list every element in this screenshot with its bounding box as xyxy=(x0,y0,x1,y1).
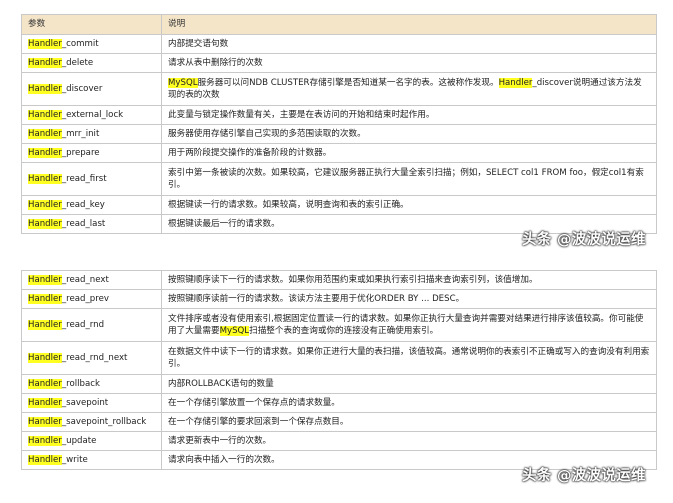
param-name-cell: Handler_savepoint xyxy=(21,393,162,413)
param-suffix: _prepare xyxy=(61,147,100,158)
handler-table-2: Handler_read_next 按照键顺序读下一行的请求数。如果你用范围约束或… xyxy=(21,270,657,470)
highlighted-prefix: Handler xyxy=(28,147,62,158)
highlighted-prefix: Handler xyxy=(28,378,62,389)
table-row: Handler_prepare 用于两阶段提交操作的准备阶段的计数器。 xyxy=(21,143,657,163)
description-cell: 请求从表中删除行的次数 xyxy=(161,53,657,73)
param-name-cell: Handler_read_last xyxy=(21,214,162,234)
highlighted-prefix: Handler xyxy=(28,435,62,446)
param-suffix: _rollback xyxy=(61,378,100,389)
highlighted-prefix: Handler xyxy=(28,416,62,427)
table-row: Handler_external_lock 此变量与锁定操作数量有关，主要是在表访… xyxy=(21,105,657,125)
description-cell: 请求更新表中一行的次数。 xyxy=(161,431,657,451)
highlighted-prefix: Handler xyxy=(28,83,62,94)
highlighted-prefix: Handler xyxy=(28,397,62,408)
watermark-top: 头条 @波波说运维 xyxy=(522,232,646,248)
description-cell: 用于两阶段提交操作的准备阶段的计数器。 xyxy=(161,143,657,163)
table-header-row: 参数 说明 xyxy=(21,14,657,35)
description-cell: 文件排序或者没有使用索引,根据固定位置读一行的请求数。如果你正执行大量查询并需要… xyxy=(161,308,657,342)
description-cell: 在一个存储引擎的要求回滚到一个保存点数目。 xyxy=(161,412,657,432)
param-column-header: 参数 xyxy=(21,14,162,35)
description-cell: 服务器使用存储引擎自己实现的多范围读取的次数。 xyxy=(161,124,657,144)
description-cell: 在一个存储引擎放置一个保存点的请求数量。 xyxy=(161,393,657,413)
description-cell: 内部ROLLBACK语句的数量 xyxy=(161,374,657,394)
param-suffix: _savepoint_rollback xyxy=(61,416,147,427)
description-cell: 按照键顺序读前一行的请求数。该读方法主要用于优化ORDER BY ... DES… xyxy=(161,289,657,309)
table-row: Handler_read_first 索引中第一条被读的次数。如果较高，它建议服务… xyxy=(21,162,657,196)
highlighted-prefix: Handler xyxy=(28,38,62,49)
handler-table-1: 参数 说明 Handler_commit 内部提交语句数 Handler_delet… xyxy=(21,14,657,234)
param-suffix: _read_rnd xyxy=(61,319,105,330)
highlighted-prefix: Handler xyxy=(28,274,62,285)
param-suffix: _update xyxy=(61,435,97,446)
highlighted-prefix: Handler xyxy=(28,352,62,363)
highlighted-prefix: Handler xyxy=(28,199,62,210)
param-name-cell: Handler_delete xyxy=(21,53,162,73)
table-row: Handler_discover MySQL服务器可以问NDB CLUSTER存储… xyxy=(21,72,657,106)
description-cell: 索引中第一条被读的次数。如果较高，它建议服务器正执行大量全索引扫描；例如，SEL… xyxy=(161,162,657,196)
description-cell: MySQL服务器可以问NDB CLUSTER存储引擎是否知道某一名字的表。这被称… xyxy=(161,72,657,106)
param-suffix: _read_key xyxy=(61,199,105,210)
param-name-cell: Handler_discover xyxy=(21,72,162,106)
highlighted-prefix: Handler xyxy=(28,454,62,465)
param-suffix: _read_prev xyxy=(61,293,109,304)
highlighted-prefix: Handler xyxy=(28,109,62,120)
table-row: Handler_savepoint_rollback 在一个存储引擎的要求回滚到一… xyxy=(21,412,657,432)
table-row: Handler_delete 请求从表中删除行的次数 xyxy=(21,53,657,73)
description-cell: 在数据文件中读下一行的请求数。如果你正进行大量的表扫描，该值较高。通常说明你的表… xyxy=(161,341,657,375)
highlighted-prefix: Handler xyxy=(28,173,62,184)
table-row: Handler_read_key 根据键读一行的请求数。如果较高，说明查询和表的索… xyxy=(21,195,657,215)
table-row: Handler_rollback 内部ROLLBACK语句的数量 xyxy=(21,374,657,394)
param-name-cell: Handler_read_rnd xyxy=(21,308,162,342)
param-suffix: _read_rnd_next xyxy=(61,352,128,363)
param-suffix: _discover xyxy=(61,83,103,94)
param-suffix: _read_first xyxy=(61,173,107,184)
param-suffix: _read_last xyxy=(61,218,106,229)
param-name-cell: Handler_read_next xyxy=(21,270,162,290)
param-name-cell: Handler_savepoint_rollback xyxy=(21,412,162,432)
description-cell: 此变量与锁定操作数量有关，主要是在表访问的开始和结束时起作用。 xyxy=(161,105,657,125)
param-name-cell: Handler_read_prev xyxy=(21,289,162,309)
param-suffix: _commit xyxy=(61,38,99,49)
watermark-bottom: 头条 @波波说运维 xyxy=(522,468,646,484)
table-row: Handler_commit 内部提交语句数 xyxy=(21,34,657,54)
table-row: Handler_mrr_init 服务器使用存储引擎自己实现的多范围读取的次数。 xyxy=(21,124,657,144)
table-row: Handler_read_prev 按照键顺序读前一行的请求数。该读方法主要用于优… xyxy=(21,289,657,309)
highlighted-prefix: Handler xyxy=(28,128,62,139)
highlighted-prefix: Handler xyxy=(28,319,62,330)
param-name-cell: Handler_rollback xyxy=(21,374,162,394)
highlighted-prefix: Handler xyxy=(28,57,62,68)
param-suffix: _savepoint xyxy=(61,397,109,408)
table-row: Handler_read_rnd_next 在数据文件中读下一行的请求数。如果你正… xyxy=(21,341,657,375)
param-suffix: _mrr_init xyxy=(61,128,100,139)
table-row: Handler_read_next 按照键顺序读下一行的请求数。如果你用范围约束或… xyxy=(21,270,657,290)
table-row: Handler_read_rnd 文件排序或者没有使用索引,根据固定位置读一行的请… xyxy=(21,308,657,342)
table-row: Handler_savepoint 在一个存储引擎放置一个保存点的请求数量。 xyxy=(21,393,657,413)
param-name-cell: Handler_prepare xyxy=(21,143,162,163)
param-suffix: _read_next xyxy=(61,274,109,285)
param-suffix: _write xyxy=(61,454,88,465)
param-name-cell: Handler_external_lock xyxy=(21,105,162,125)
desc-column-header: 说明 xyxy=(161,14,657,35)
param-name-cell: Handler_read_first xyxy=(21,162,162,196)
description-cell: 根据键读一行的请求数。如果较高，说明查询和表的索引正确。 xyxy=(161,195,657,215)
param-suffix: _external_lock xyxy=(61,109,124,120)
param-name-cell: Handler_commit xyxy=(21,34,162,54)
param-suffix: _delete xyxy=(61,57,94,68)
highlighted-prefix: Handler xyxy=(28,293,62,304)
param-name-cell: Handler_write xyxy=(21,450,162,470)
param-name-cell: Handler_update xyxy=(21,431,162,451)
param-name-cell: Handler_read_key xyxy=(21,195,162,215)
description-cell: 内部提交语句数 xyxy=(161,34,657,54)
highlighted-prefix: Handler xyxy=(28,218,62,229)
table-row: Handler_update 请求更新表中一行的次数。 xyxy=(21,431,657,451)
param-name-cell: Handler_read_rnd_next xyxy=(21,341,162,375)
param-name-cell: Handler_mrr_init xyxy=(21,124,162,144)
description-cell: 按照键顺序读下一行的请求数。如果你用范围约束或如果执行索引扫描来查询索引列，该值… xyxy=(161,270,657,290)
